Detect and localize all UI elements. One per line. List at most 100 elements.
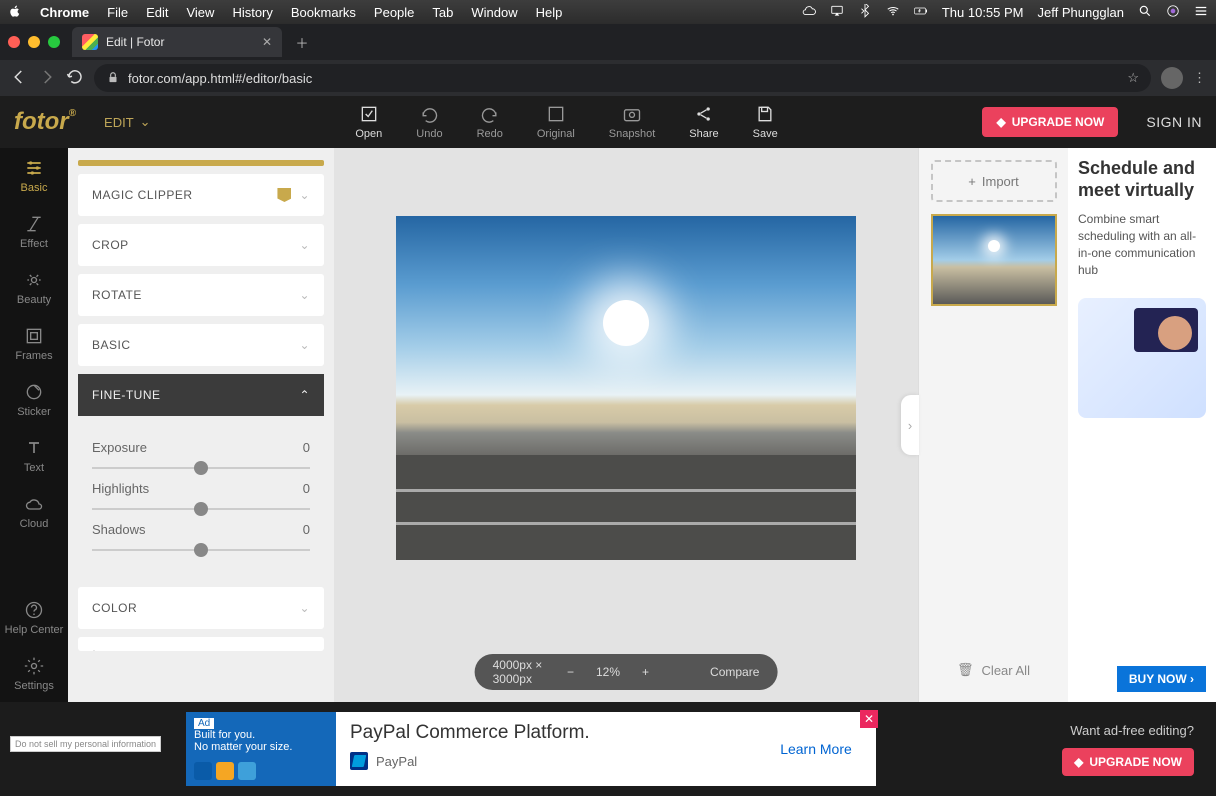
clear-all-button[interactable]: 🗑Clear All bbox=[931, 650, 1056, 690]
chrome-menu-icon[interactable]: ⋮ bbox=[1193, 70, 1206, 86]
original-button[interactable]: Original bbox=[537, 104, 575, 140]
menu-window[interactable]: Window bbox=[471, 5, 517, 20]
ad-copy: Combine smart scheduling with an all-in-… bbox=[1078, 211, 1206, 278]
rail-beauty[interactable]: Beauty bbox=[0, 260, 68, 316]
menu-history[interactable]: History bbox=[232, 5, 272, 20]
close-ad-button[interactable]: ✕ bbox=[860, 710, 878, 728]
upgrade-button[interactable]: ◆UPGRADE NOW bbox=[982, 107, 1118, 137]
menu-view[interactable]: View bbox=[186, 5, 214, 20]
zoom-level: 12% bbox=[596, 665, 620, 679]
airplay-icon[interactable] bbox=[830, 4, 844, 21]
import-button[interactable]: +Import bbox=[931, 160, 1057, 202]
section-crop[interactable]: CROP⌄ bbox=[78, 224, 324, 266]
menu-help[interactable]: Help bbox=[536, 5, 563, 20]
control-center-icon[interactable] bbox=[1194, 4, 1208, 21]
zoom-in-button[interactable]: + bbox=[642, 665, 649, 679]
apple-icon[interactable] bbox=[8, 4, 22, 21]
paypal-icon bbox=[350, 752, 368, 770]
profile-avatar[interactable] bbox=[1161, 67, 1183, 89]
app-name[interactable]: Chrome bbox=[40, 5, 89, 20]
edit-dropdown[interactable]: EDIT⌄ bbox=[104, 114, 151, 130]
slider-shadows[interactable]: Shadows0 bbox=[92, 522, 310, 551]
image-thumbnail[interactable] bbox=[931, 214, 1057, 306]
privacy-link[interactable]: Do not sell my personal information bbox=[10, 736, 161, 752]
save-button[interactable]: Save bbox=[753, 104, 778, 140]
back-button[interactable] bbox=[10, 68, 28, 89]
ad-blue-panel: Ad Built for you. No matter your size. bbox=[186, 712, 336, 786]
redo-button[interactable]: Redo bbox=[477, 104, 503, 140]
section-basic[interactable]: BASIC⌄ bbox=[78, 324, 324, 366]
close-tab-icon[interactable]: ✕ bbox=[262, 35, 272, 49]
image-dimensions: 4000px × 3000px bbox=[493, 658, 545, 686]
forward-button[interactable] bbox=[38, 68, 56, 89]
signin-link[interactable]: SIGN IN bbox=[1146, 114, 1202, 130]
share-button[interactable]: Share bbox=[689, 104, 718, 140]
battery-icon[interactable] bbox=[914, 4, 928, 21]
ad-title: Schedule and meet virtually bbox=[1078, 158, 1206, 201]
open-button[interactable]: Open bbox=[355, 104, 382, 140]
wifi-icon[interactable] bbox=[886, 4, 900, 21]
rail-cloud[interactable]: Cloud bbox=[0, 484, 68, 540]
learn-more-link[interactable]: Learn More bbox=[756, 712, 876, 786]
window-controls[interactable] bbox=[8, 36, 60, 48]
canvas-area[interactable]: 4000px × 3000px − 12% + Compare › bbox=[334, 148, 918, 702]
cloud-icon[interactable] bbox=[802, 4, 816, 21]
slider-exposure[interactable]: Exposure0 bbox=[92, 440, 310, 469]
expand-handle[interactable]: › bbox=[901, 395, 919, 455]
side-ad[interactable]: Schedule and meet virtually Combine smar… bbox=[1068, 148, 1216, 702]
diamond-icon: ◆ bbox=[1074, 755, 1083, 769]
left-rail: Basic Effect Beauty Frames Sticker Text … bbox=[0, 148, 68, 702]
buy-now-button[interactable]: BUY NOW › bbox=[1117, 666, 1206, 692]
bluetooth-icon[interactable] bbox=[858, 4, 872, 21]
section-fine-tune[interactable]: FINE-TUNE⌃ bbox=[78, 374, 324, 416]
rail-frames[interactable]: Frames bbox=[0, 316, 68, 372]
new-tab-button[interactable]: ＋ bbox=[288, 28, 316, 56]
rail-settings[interactable]: Settings bbox=[0, 646, 68, 702]
snapshot-button[interactable]: Snapshot bbox=[609, 104, 655, 140]
browser-tab[interactable]: Edit | Fotor ✕ bbox=[72, 27, 282, 57]
zoom-out-button[interactable]: − bbox=[567, 665, 574, 679]
rail-effect[interactable]: Effect bbox=[0, 204, 68, 260]
siri-icon[interactable] bbox=[1166, 4, 1180, 21]
side-panel: MAGIC CLIPPER⌄ CROP⌄ ROTATE⌄ BASIC⌄ FINE… bbox=[68, 148, 334, 702]
upgrade-button-footer[interactable]: ◆UPGRADE NOW bbox=[1062, 748, 1194, 776]
right-rail: +Import 🗑Clear All bbox=[918, 148, 1068, 702]
fotor-toolbar: fotor® EDIT⌄ Open Undo Redo Original Sna… bbox=[0, 96, 1216, 148]
canvas-image[interactable] bbox=[396, 216, 856, 560]
menu-edit[interactable]: Edit bbox=[146, 5, 168, 20]
chevron-up-icon: ⌃ bbox=[299, 388, 310, 402]
chevron-down-icon: ⌄ bbox=[299, 238, 310, 252]
menu-tab[interactable]: Tab bbox=[432, 5, 453, 20]
menubar-time[interactable]: Thu 10:55 PM bbox=[942, 5, 1024, 20]
adfree-text: Want ad-free editing? bbox=[1070, 723, 1194, 738]
menu-file[interactable]: File bbox=[107, 5, 128, 20]
ad-headline: PayPal Commerce Platform. bbox=[350, 722, 742, 744]
trash-icon: 🗑 bbox=[957, 662, 974, 678]
slider-highlights[interactable]: Highlights0 bbox=[92, 481, 310, 510]
rail-text[interactable]: Text bbox=[0, 428, 68, 484]
favicon-icon bbox=[82, 34, 98, 50]
spotlight-icon[interactable] bbox=[1138, 4, 1152, 21]
diamond-icon: ◆ bbox=[996, 115, 1005, 129]
bookmark-icon bbox=[277, 188, 291, 202]
menu-people[interactable]: People bbox=[374, 5, 414, 20]
menubar-user[interactable]: Jeff Phungglan bbox=[1038, 5, 1125, 20]
chevron-down-icon: ⌄ bbox=[299, 338, 310, 352]
undo-button[interactable]: Undo bbox=[416, 104, 442, 140]
section-rotate[interactable]: ROTATE⌄ bbox=[78, 274, 324, 316]
reload-button[interactable] bbox=[66, 68, 84, 89]
bookmark-star-icon[interactable]: ☆ bbox=[1127, 70, 1139, 86]
section-next[interactable]: · bbox=[78, 637, 324, 651]
section-color[interactable]: COLOR⌄ bbox=[78, 587, 324, 629]
menu-bookmarks[interactable]: Bookmarks bbox=[291, 5, 356, 20]
bottom-ad[interactable]: Ad Built for you. No matter your size. P… bbox=[186, 712, 876, 786]
rail-sticker[interactable]: Sticker bbox=[0, 372, 68, 428]
url-text: fotor.com/app.html#/editor/basic bbox=[128, 71, 312, 86]
url-input[interactable]: fotor.com/app.html#/editor/basic ☆ bbox=[94, 64, 1151, 92]
rail-basic[interactable]: Basic bbox=[0, 148, 68, 204]
compare-button[interactable]: Compare bbox=[710, 665, 759, 679]
ad-paypal-panel: PayPal Commerce Platform. PayPal bbox=[336, 712, 756, 786]
fotor-logo[interactable]: fotor® bbox=[14, 108, 76, 136]
section-magic-clipper[interactable]: MAGIC CLIPPER⌄ bbox=[78, 174, 324, 216]
rail-help[interactable]: Help Center bbox=[0, 590, 68, 646]
